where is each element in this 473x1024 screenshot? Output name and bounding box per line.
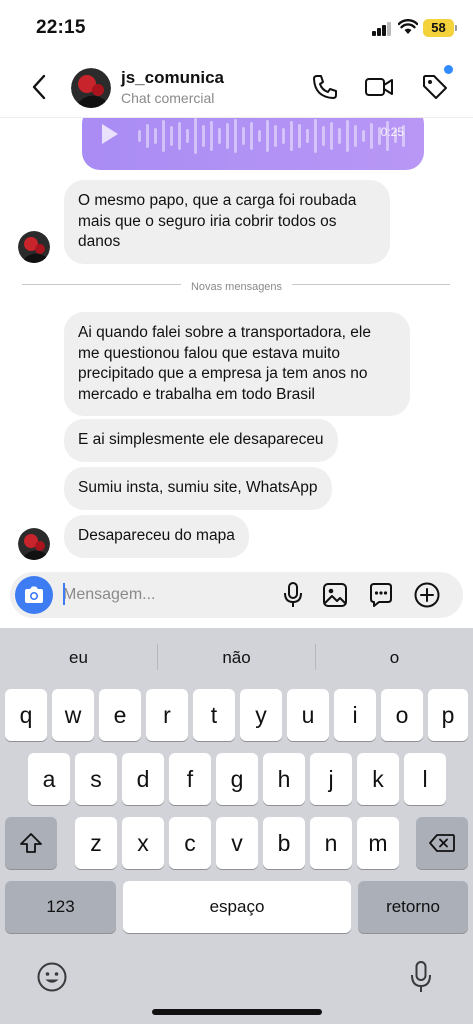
voice-message-button[interactable] — [278, 580, 308, 610]
avatar[interactable] — [18, 231, 50, 263]
video-camera-icon — [365, 78, 393, 96]
message-bubble[interactable]: Sumiu insta, sumiu site, WhatsApp — [64, 467, 332, 510]
key-k[interactable]: k — [357, 753, 399, 805]
key-h[interactable]: h — [263, 753, 305, 805]
gallery-button[interactable] — [320, 580, 350, 610]
key-u[interactable]: u — [287, 689, 329, 741]
audio-duration: 0:25 — [380, 125, 404, 139]
key-j[interactable]: j — [310, 753, 352, 805]
key-e[interactable]: e — [99, 689, 141, 741]
backspace-key[interactable] — [416, 817, 468, 869]
back-button[interactable] — [24, 70, 54, 104]
suggestion-bar: eu não o — [0, 628, 473, 686]
more-options-button[interactable] — [412, 580, 442, 610]
notification-dot — [444, 65, 453, 74]
sticker-icon — [370, 583, 392, 607]
key-t[interactable]: t — [193, 689, 235, 741]
key-g[interactable]: g — [216, 753, 258, 805]
image-icon — [323, 583, 347, 607]
return-key[interactable]: retorno — [358, 881, 468, 933]
shift-key[interactable] — [5, 817, 57, 869]
camera-button[interactable] — [15, 576, 53, 614]
contact-username[interactable]: js_comunica — [121, 68, 224, 88]
battery-tip — [455, 25, 457, 31]
message-bubble[interactable]: Ai quando falei sobre a transportadora, … — [64, 312, 410, 416]
sticker-button[interactable] — [366, 580, 396, 610]
key-x[interactable]: x — [122, 817, 164, 869]
contact-subtitle: Chat comercial — [121, 90, 215, 106]
avatar[interactable] — [18, 528, 50, 560]
avatar[interactable] — [71, 68, 111, 108]
key-a[interactable]: a — [28, 753, 70, 805]
key-n[interactable]: n — [310, 817, 352, 869]
key-r[interactable]: r — [146, 689, 188, 741]
message-input[interactable] — [63, 582, 263, 608]
key-d[interactable]: d — [122, 753, 164, 805]
key-y[interactable]: y — [240, 689, 282, 741]
emoji-button[interactable] — [34, 959, 70, 995]
audio-message[interactable]: 0:25 — [82, 118, 424, 170]
key-m[interactable]: m — [357, 817, 399, 869]
message-bubble[interactable]: E ai simplesmente ele desapareceu — [64, 419, 338, 462]
back-chevron-icon — [32, 74, 46, 100]
call-button[interactable] — [310, 72, 340, 102]
tag-icon — [423, 75, 447, 99]
play-icon[interactable] — [102, 124, 118, 144]
dictation-mic-icon — [411, 961, 431, 992]
key-i[interactable]: i — [334, 689, 376, 741]
key-q[interactable]: q — [5, 689, 47, 741]
emoji-icon — [37, 962, 67, 992]
plus-circle-icon — [414, 582, 440, 608]
new-messages-label: Novas mensagens — [0, 277, 473, 295]
wifi-icon — [397, 19, 419, 35]
message-thread[interactable]: 0:25 O mesmo papo, que a carga foi rouba… — [0, 118, 473, 570]
key-v[interactable]: v — [216, 817, 258, 869]
microphone-icon — [284, 582, 302, 607]
video-call-button[interactable] — [364, 72, 394, 102]
space-key[interactable]: espaço — [123, 881, 351, 933]
key-p[interactable]: p — [428, 689, 468, 741]
key-o[interactable]: o — [381, 689, 423, 741]
key-z[interactable]: z — [75, 817, 117, 869]
key-s[interactable]: s — [75, 753, 117, 805]
suggestion-item[interactable]: eu — [0, 648, 157, 668]
suggestion-item[interactable]: não — [158, 648, 315, 668]
suggestion-item[interactable]: o — [316, 648, 473, 668]
keyboard: eu não o q w e r t y u i o p a s d f g h… — [0, 628, 473, 1024]
message-bubble[interactable]: O mesmo papo, que a carga foi roubada ma… — [64, 180, 390, 264]
numbers-key[interactable]: 123 — [5, 881, 116, 933]
home-indicator[interactable] — [152, 1009, 322, 1015]
backspace-icon — [429, 834, 455, 852]
message-bubble[interactable]: Desapareceu do mapa — [64, 515, 249, 558]
message-composer — [10, 572, 463, 618]
key-l[interactable]: l — [404, 753, 446, 805]
text-cursor — [63, 583, 65, 605]
key-f[interactable]: f — [169, 753, 211, 805]
label-button[interactable] — [420, 72, 450, 102]
phone-icon — [313, 75, 337, 99]
key-w[interactable]: w — [52, 689, 94, 741]
shift-icon — [20, 833, 42, 853]
key-c[interactable]: c — [169, 817, 211, 869]
battery-indicator: 58 — [423, 19, 454, 37]
key-b[interactable]: b — [263, 817, 305, 869]
status-time: 22:15 — [36, 17, 86, 38]
camera-icon — [25, 586, 43, 603]
dictation-button[interactable] — [403, 959, 439, 995]
cellular-signal-icon — [372, 22, 392, 36]
chat-header: js_comunica Chat comercial — [0, 56, 473, 118]
status-bar: 22:15 58 — [0, 0, 473, 56]
